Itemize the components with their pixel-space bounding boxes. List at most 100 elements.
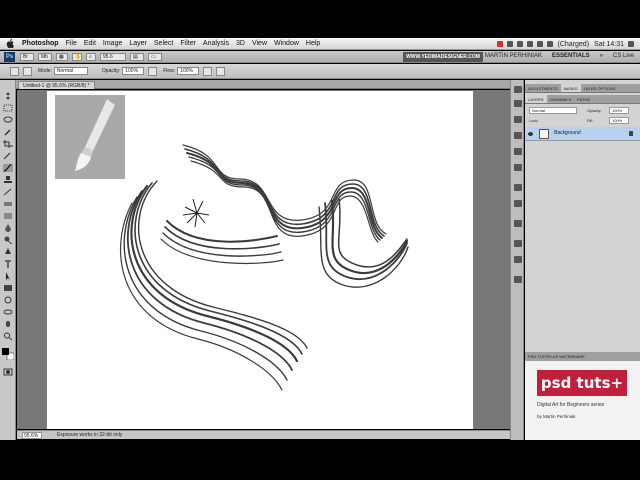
swatches-panel-icon[interactable] xyxy=(514,116,522,123)
arrange-documents-button[interactable]: ▤ xyxy=(130,53,144,61)
shape-tool-icon[interactable] xyxy=(3,284,13,292)
menu-view[interactable]: View xyxy=(252,40,267,47)
document-tab-bar: Untitled-1 @ 95.6% (RGB/8) * xyxy=(0,80,510,89)
crop-tool-icon[interactable] xyxy=(3,140,13,148)
dropbox-icon[interactable] xyxy=(506,41,513,47)
menu-layer[interactable]: Layer xyxy=(129,40,147,47)
hand-tool-icon[interactable] xyxy=(3,320,13,328)
move-tool-icon[interactable] xyxy=(3,92,13,100)
blend-mode-select[interactable]: Normal xyxy=(529,107,577,114)
document-tab[interactable]: Untitled-1 @ 95.6% (RGB/8) * xyxy=(18,81,95,89)
menu-select[interactable]: Select xyxy=(154,40,173,47)
tab-channels[interactable]: CHANNELS xyxy=(547,95,575,103)
pressure-size-icon[interactable] xyxy=(216,66,226,76)
clone-stamp-tool-icon[interactable] xyxy=(3,176,13,184)
layer-name[interactable]: Background xyxy=(554,130,581,136)
styles-panel-icon[interactable] xyxy=(514,132,522,139)
tab-layers[interactable]: LAYERS xyxy=(525,95,547,103)
workspace-site-button[interactable]: WWW.YEDIMADESIGNER.COM xyxy=(403,52,483,62)
menu-edit[interactable]: Edit xyxy=(84,40,96,47)
menu-bar: Photoshop File Edit Image Layer Select F… xyxy=(0,38,640,50)
gradient-tool-icon[interactable] xyxy=(3,212,13,220)
marquee-tool-icon[interactable] xyxy=(3,104,13,112)
clock[interactable]: Sat 14:31 xyxy=(594,41,624,48)
menu-help[interactable]: Help xyxy=(306,40,320,47)
apple-icon[interactable] xyxy=(6,39,14,48)
pen-tool-icon[interactable] xyxy=(3,248,13,256)
zoom-tool-button[interactable]: ⌕ xyxy=(86,53,96,61)
menu-analysis[interactable]: Analysis xyxy=(203,40,229,47)
record-icon[interactable] xyxy=(496,41,503,47)
brush-tool-icon[interactable] xyxy=(3,163,13,172)
workspace-essentials[interactable]: ESSENTIALS xyxy=(552,53,590,59)
airbrush-icon[interactable] xyxy=(203,66,213,76)
workspace-more-icon[interactable]: » xyxy=(600,53,603,59)
quick-selection-tool-icon[interactable] xyxy=(3,128,13,136)
brush-panel-toggle-icon[interactable] xyxy=(23,66,32,76)
hand-tool-button[interactable]: ✋ xyxy=(72,53,82,61)
dodge-tool-icon[interactable] xyxy=(3,236,13,245)
lasso-tool-icon[interactable] xyxy=(3,116,13,124)
brush-preset-icon[interactable] xyxy=(10,66,19,76)
path-selection-tool-icon[interactable] xyxy=(3,272,13,280)
color-swatches-icon[interactable] xyxy=(2,348,15,361)
opacity-input[interactable]: 100% xyxy=(122,67,145,75)
zoom-tool-icon[interactable] xyxy=(3,332,13,341)
zoom-level-select[interactable]: 95.6 xyxy=(100,53,126,61)
wifi-icon[interactable] xyxy=(526,41,533,47)
history-brush-tool-icon[interactable] xyxy=(3,188,13,196)
menu-filter[interactable]: Filter xyxy=(180,40,196,47)
workspace-martin[interactable]: MARTIN PERHINIAK xyxy=(485,53,542,59)
tab-masks[interactable]: MASKS xyxy=(560,84,581,92)
bridge-button[interactable]: Br xyxy=(20,53,34,61)
visibility-eye-icon[interactable] xyxy=(528,132,533,136)
series-text: Digital Art for Beginners series xyxy=(537,402,605,408)
paragraph-panel-icon[interactable] xyxy=(514,256,522,263)
layer-fill-input[interactable]: 100% xyxy=(609,117,629,124)
layer-opacity-input[interactable]: 100% xyxy=(609,107,629,114)
actions-panel-icon[interactable] xyxy=(514,100,522,107)
mini-bridge-button[interactable]: Mb xyxy=(38,53,52,61)
3d-rotate-tool-icon[interactable] xyxy=(3,296,13,304)
eraser-tool-icon[interactable] xyxy=(3,200,13,208)
canvas-area[interactable] xyxy=(17,90,510,429)
type-tool-icon[interactable] xyxy=(3,260,13,268)
mode-select[interactable]: Normal xyxy=(53,67,88,75)
pressure-opacity-icon[interactable] xyxy=(148,66,158,76)
cs-live-button[interactable]: CS Live xyxy=(613,53,634,59)
3d-panel-icon[interactable] xyxy=(514,220,522,227)
screen-mode-button[interactable]: ▭ xyxy=(148,53,162,61)
tab-layer-options[interactable]: LAYER OPTIONS xyxy=(581,84,619,92)
status-zoom-field[interactable]: 95.6% xyxy=(22,432,42,439)
volume-icon[interactable] xyxy=(536,41,543,47)
watermark-tab[interactable]: PSD TUTSPLUS WATERMARK xyxy=(525,352,640,361)
battery-icon[interactable] xyxy=(546,41,553,47)
menu-image[interactable]: Image xyxy=(103,40,122,47)
menu-window[interactable]: Window xyxy=(274,40,299,47)
bluetooth-icon[interactable] xyxy=(516,41,523,47)
info-panel-icon[interactable] xyxy=(514,164,522,171)
status-info[interactable]: Exposure works in 32-bit only xyxy=(57,431,122,439)
extras-button[interactable]: ▦ xyxy=(56,53,68,61)
quick-mask-icon[interactable] xyxy=(3,368,13,376)
menu-file[interactable]: File xyxy=(66,40,77,47)
tab-adjustments[interactable]: ADJUSTMENTS xyxy=(525,84,561,92)
clone-source-panel-icon[interactable] xyxy=(514,200,522,207)
menu-3d[interactable]: 3D xyxy=(236,40,245,47)
3d-orbit-tool-icon[interactable] xyxy=(3,308,13,316)
tool-presets-panel-icon[interactable] xyxy=(514,276,522,283)
menu-app-name[interactable]: Photoshop xyxy=(22,40,59,47)
document-canvas[interactable] xyxy=(47,91,473,429)
tab-paths[interactable]: PATHS xyxy=(574,95,593,103)
flow-input[interactable]: 100% xyxy=(177,67,200,75)
spotlight-icon[interactable] xyxy=(628,41,634,47)
brush-panel-icon[interactable] xyxy=(514,184,522,191)
navigator-panel-icon[interactable] xyxy=(514,148,522,155)
blur-tool-icon[interactable] xyxy=(3,224,13,232)
character-panel-icon[interactable] xyxy=(514,240,522,247)
history-panel-icon[interactable] xyxy=(514,86,522,93)
lock-label: Lock: xyxy=(529,118,539,123)
layer-row-background[interactable]: Background xyxy=(525,127,640,141)
eyedropper-tool-icon[interactable] xyxy=(3,152,13,160)
status-tray: (Charged) Sat 14:31 xyxy=(493,38,634,50)
